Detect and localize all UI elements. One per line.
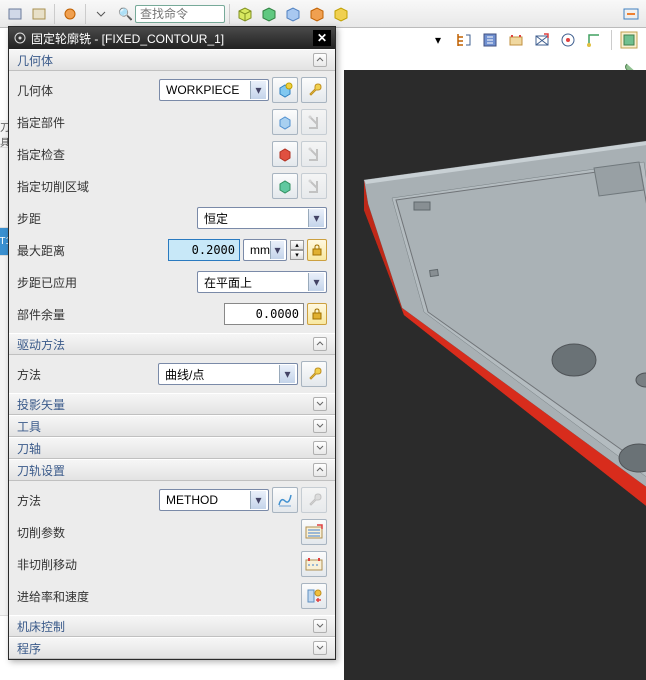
label-geometry: 几何体 (17, 82, 113, 99)
section-header-geometry[interactable]: 几何体 (9, 49, 335, 71)
collapse-icon[interactable] (313, 463, 327, 477)
section-title-path: 刀轨设置 (17, 462, 65, 479)
toolbar-dropdown-icon[interactable] (90, 3, 112, 25)
section-title-axis: 刀轴 (17, 440, 41, 457)
section-title-drive: 驱动方法 (17, 336, 65, 353)
command-search-input[interactable] (135, 5, 225, 23)
section-title-program: 程序 (17, 640, 41, 657)
geometry-new-button[interactable] (272, 77, 298, 103)
section-header-program[interactable]: 程序 (9, 637, 335, 659)
stepover-applied-select[interactable]: 在平面上 ▾ (197, 271, 327, 293)
section-header-drive[interactable]: 驱动方法 (9, 333, 335, 355)
label-stepover-applied: 步距已应用 (17, 274, 113, 291)
tb2-icon-6[interactable] (557, 29, 579, 51)
main-toolbar: 🔍 (0, 0, 646, 28)
dialog-title: 固定轮廓铣 - [FIXED_CONTOUR_1] (31, 30, 313, 47)
tb2-icon-1[interactable]: ▾ (427, 29, 449, 51)
cut-params-button[interactable] (301, 519, 327, 545)
graphics-viewport[interactable] (344, 70, 646, 680)
geometry-edit-button[interactable] (301, 77, 327, 103)
max-distance-lock-button[interactable] (307, 239, 327, 261)
section-header-tool[interactable]: 工具 (9, 415, 335, 437)
part-stock-lock-button[interactable] (307, 303, 327, 325)
tb2-icon-3[interactable] (479, 29, 501, 51)
path-method-select[interactable]: METHOD ▾ (159, 489, 269, 511)
label-stepover: 步距 (17, 210, 113, 227)
section-body-geometry: 几何体 WORKPIECE ▾ 指定部件 指定检查 (9, 71, 335, 333)
toolbar-cube-2[interactable] (258, 3, 280, 25)
section-header-machine[interactable]: 机床控制 (9, 615, 335, 637)
feeds-speeds-button[interactable] (301, 583, 327, 609)
collapse-icon[interactable] (313, 53, 327, 67)
part-stock-input[interactable] (224, 303, 304, 325)
section-header-axis[interactable]: 刀轴 (9, 437, 335, 459)
label-max-distance: 最大距离 (17, 242, 113, 259)
label-specify-part: 指定部件 (17, 114, 113, 131)
tb2-icon-2[interactable] (453, 29, 475, 51)
dialog-options-icon[interactable] (13, 31, 27, 45)
toolbar-icon-3[interactable] (59, 3, 81, 25)
expand-icon[interactable] (313, 419, 327, 433)
specify-part-button[interactable] (272, 109, 298, 135)
search-label: 🔍 (118, 7, 133, 21)
tb2-icon-5[interactable] (531, 29, 553, 51)
section-header-path[interactable]: 刀轨设置 (9, 459, 335, 481)
expand-icon[interactable] (313, 441, 327, 455)
drive-method-edit-button[interactable] (301, 361, 327, 387)
max-distance-input[interactable] (168, 239, 240, 261)
label-feeds-speeds: 进给率和速度 (17, 588, 113, 605)
expand-icon[interactable] (313, 397, 327, 411)
label-drive-method: 方法 (17, 366, 113, 383)
section-title-projection: 投影矢量 (17, 396, 65, 413)
label-cut-params: 切削参数 (17, 524, 113, 541)
label-noncut-moves: 非切削移动 (17, 556, 113, 573)
display-check-button (301, 141, 327, 167)
collapse-icon[interactable] (313, 337, 327, 351)
dropdown-arrow-icon: ▾ (308, 273, 324, 291)
label-part-stock: 部件余量 (17, 306, 113, 323)
expand-icon[interactable] (313, 641, 327, 655)
label-path-method: 方法 (17, 492, 113, 509)
stepover-select[interactable]: 恒定 ▾ (197, 207, 327, 229)
display-part-button (301, 109, 327, 135)
section-body-drive: 方法 曲线/点 ▾ (9, 355, 335, 393)
dropdown-arrow-icon: ▾ (270, 241, 284, 259)
secondary-toolbar: ▾ (421, 26, 646, 54)
fixed-contour-dialog: 固定轮廓铣 - [FIXED_CONTOUR_1] ✕ 几何体 几何体 WORK… (8, 26, 336, 660)
geometry-select[interactable]: WORKPIECE ▾ (159, 79, 269, 101)
toolbar-cube-5[interactable] (330, 3, 352, 25)
dropdown-arrow-icon: ▾ (250, 491, 266, 509)
dialog-titlebar[interactable]: 固定轮廓铣 - [FIXED_CONTOUR_1] ✕ (9, 27, 335, 49)
section-header-projection[interactable]: 投影矢量 (9, 393, 335, 415)
label-specify-check: 指定检查 (17, 146, 113, 163)
tb2-icon-8[interactable] (618, 29, 640, 51)
drive-method-select[interactable]: 曲线/点 ▾ (158, 363, 298, 385)
toolbar-right-icon[interactable] (620, 3, 642, 25)
toolbar-cube-1[interactable] (234, 3, 256, 25)
dropdown-arrow-icon: ▾ (279, 365, 295, 383)
max-distance-spinner[interactable]: ▴▾ (290, 240, 304, 260)
display-cut-area-button (301, 173, 327, 199)
specify-check-button[interactable] (272, 141, 298, 167)
label-specify-cut-area: 指定切削区域 (17, 178, 113, 195)
dropdown-arrow-icon: ▾ (250, 81, 266, 99)
tb2-icon-4[interactable] (505, 29, 527, 51)
toolbar-icon-2[interactable] (28, 3, 50, 25)
specify-cut-area-button[interactable] (272, 173, 298, 199)
section-title-geometry: 几何体 (17, 52, 53, 69)
toolbar-icon-1[interactable] (4, 3, 26, 25)
dropdown-arrow-icon: ▾ (308, 209, 324, 227)
max-distance-unit-select[interactable]: mm ▾ (243, 239, 287, 261)
noncut-moves-button[interactable] (301, 551, 327, 577)
expand-icon[interactable] (313, 619, 327, 633)
section-title-machine: 机床控制 (17, 618, 65, 635)
tb2-icon-7[interactable] (583, 29, 605, 51)
toolbar-cube-3[interactable] (282, 3, 304, 25)
section-title-tool: 工具 (17, 418, 41, 435)
section-body-path: 方法 METHOD ▾ 切削参数 非切削移动 进给率和速度 (9, 481, 335, 615)
path-method-inherit-button[interactable] (272, 487, 298, 513)
path-method-edit-button (301, 487, 327, 513)
toolbar-cube-4[interactable] (306, 3, 328, 25)
dialog-close-button[interactable]: ✕ (313, 30, 331, 46)
